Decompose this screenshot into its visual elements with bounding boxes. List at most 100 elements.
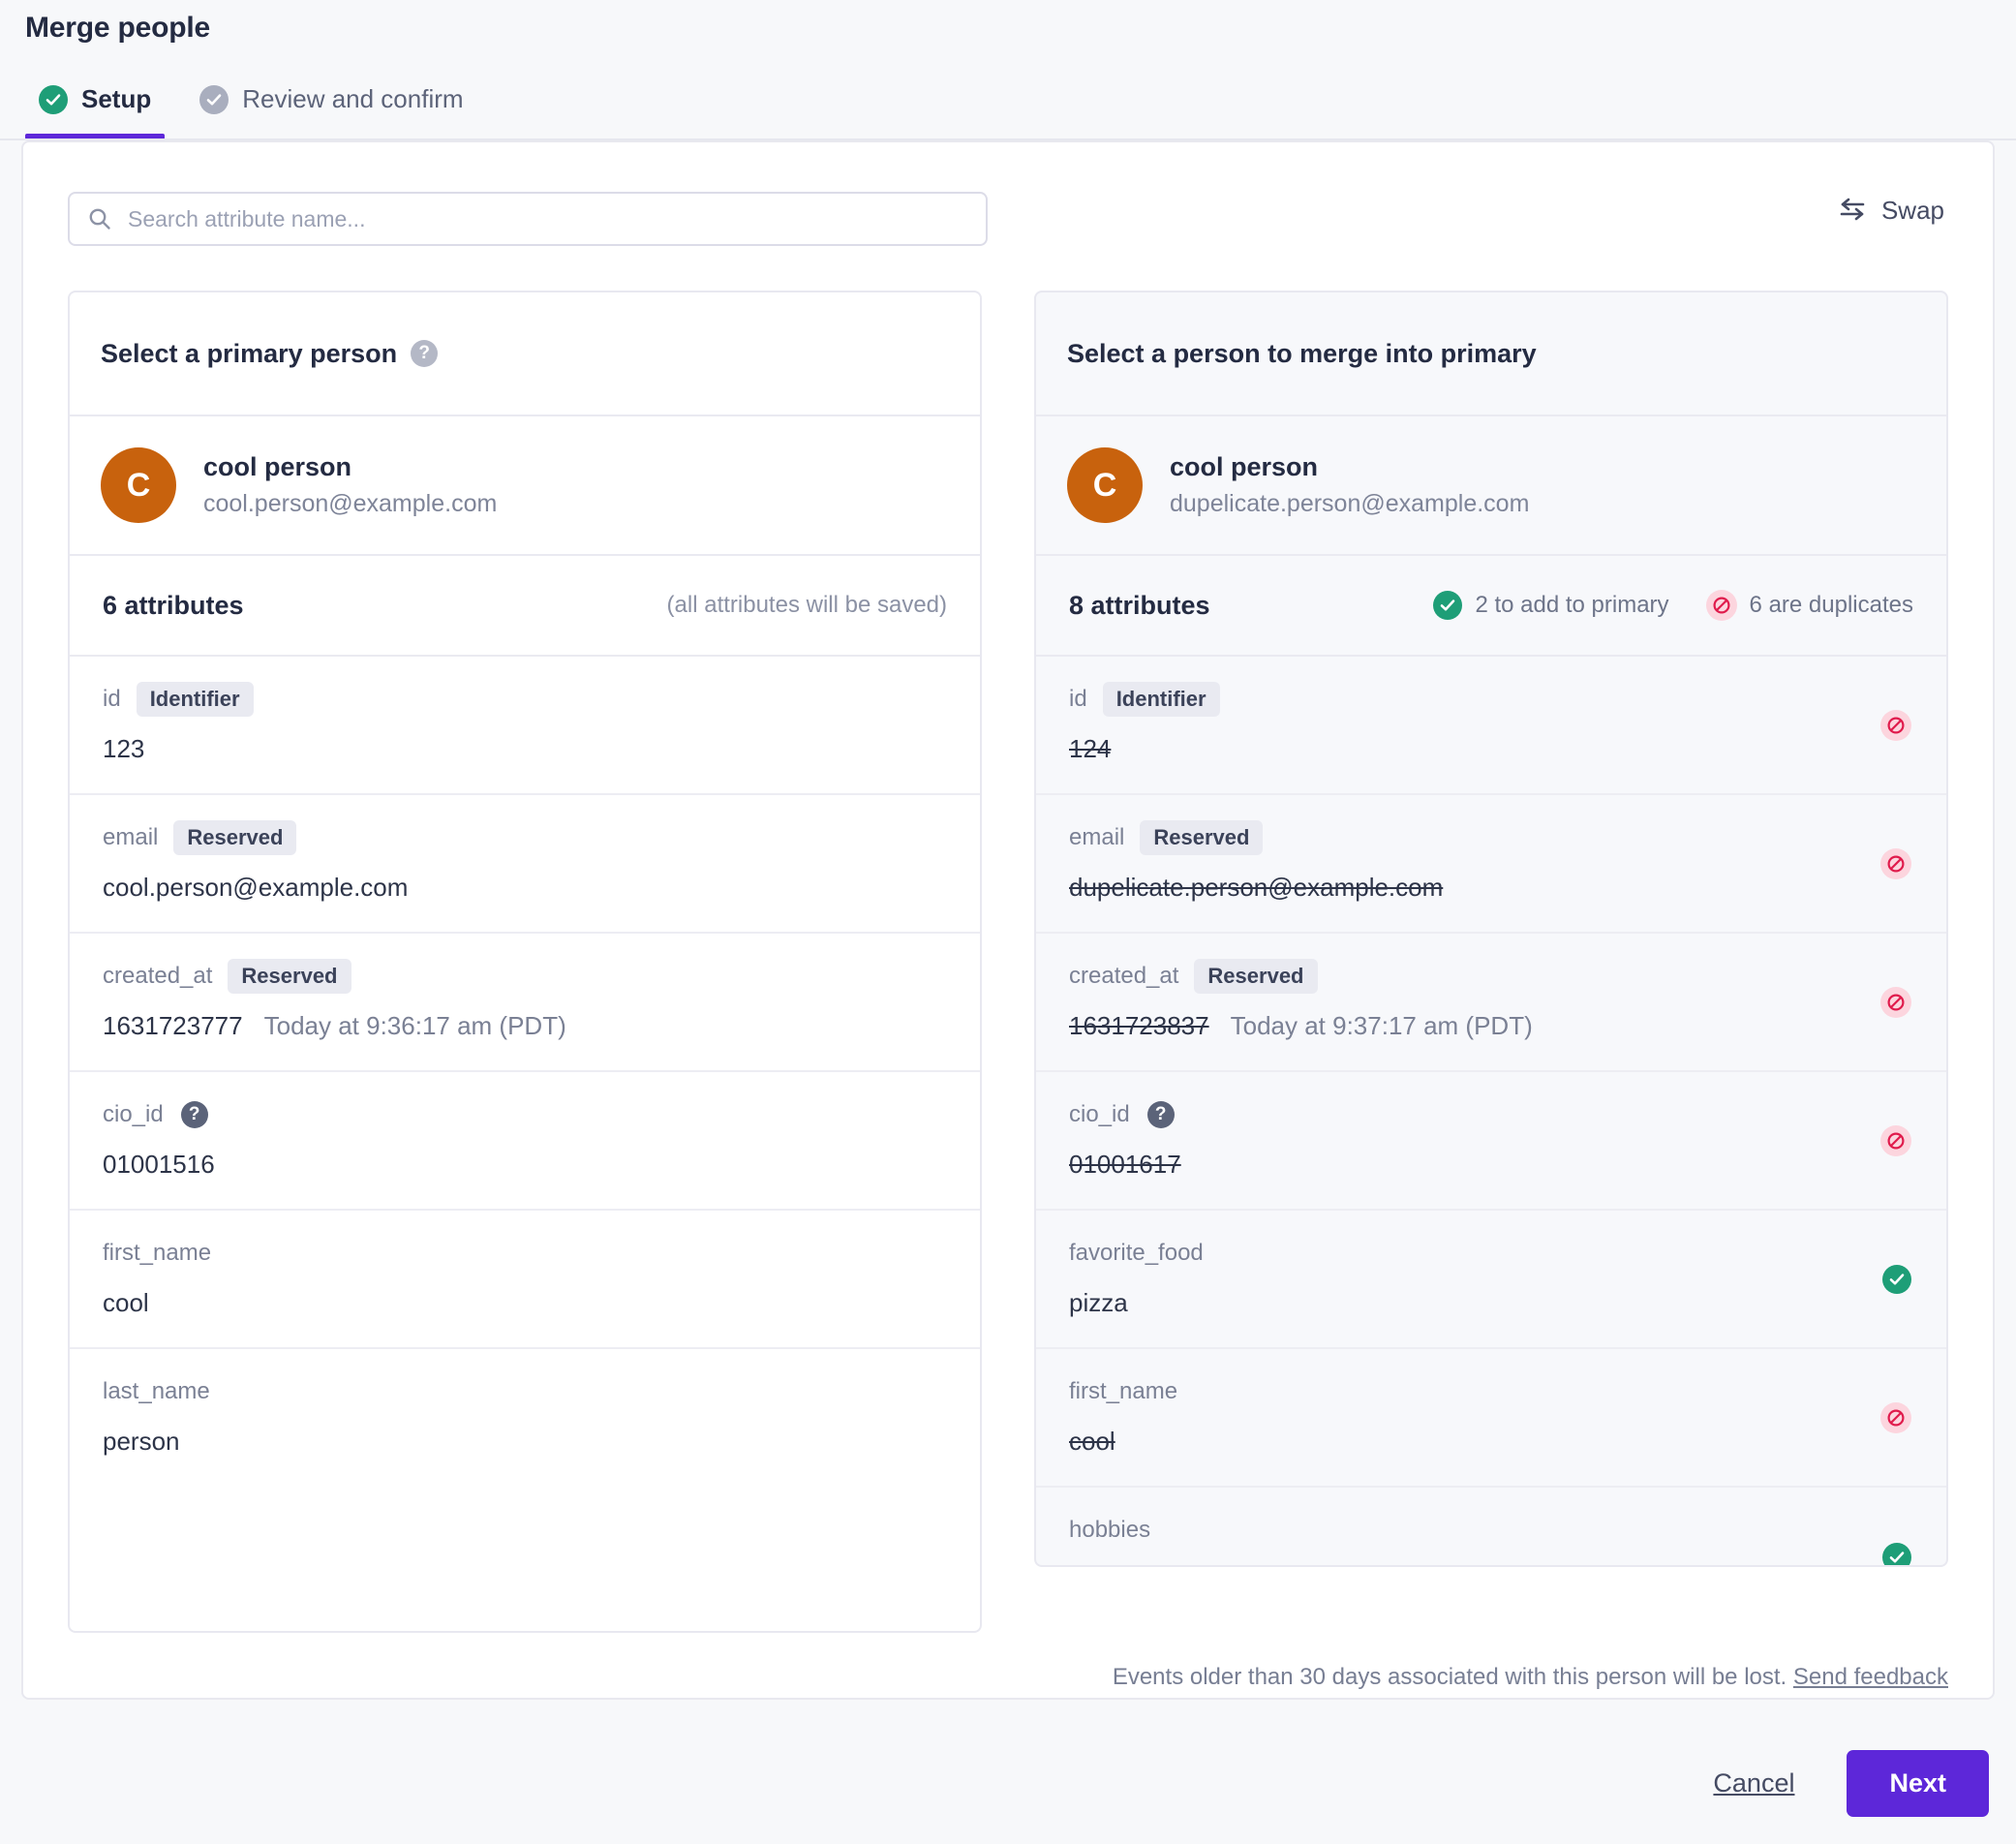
help-circle-icon[interactable]: ? (411, 340, 439, 367)
page-title: Merge people (25, 12, 210, 44)
status-duplicate-icon (1880, 986, 1911, 1018)
attribute-row[interactable]: id Identifier 124 (1036, 657, 1946, 795)
swap-arrows-icon (1837, 197, 1868, 225)
attribute-value: 1631723837 (1069, 1011, 1209, 1040)
attribute-row[interactable]: cio_id? 01001516 (70, 1072, 980, 1211)
merge-person-name: cool person (1170, 451, 1319, 481)
attribute-value-secondary: Today at 9:36:17 am (PDT) (263, 1011, 566, 1040)
attribute-value-secondary: Today at 9:37:17 am (PDT) (1230, 1011, 1533, 1040)
merge-person-row[interactable]: C cool person dupelicate.person@example.… (1036, 416, 1946, 556)
search-placeholder: Search attribute name... (128, 205, 366, 231)
attribute-key: first_name (103, 1240, 212, 1266)
merge-panel-title: Select a person to merge into primary (1067, 338, 1537, 368)
search-input[interactable]: Search attribute name... (68, 192, 988, 246)
attribute-value: cool (103, 1288, 149, 1317)
search-icon (87, 206, 112, 231)
attribute-row[interactable]: favorite_foodpizza (1036, 1211, 1946, 1349)
attribute-value: person (103, 1427, 180, 1456)
attribute-value: cool.person@example.com (103, 873, 409, 902)
cancel-button[interactable]: Cancel (1713, 1768, 1794, 1798)
merge-people-page: Merge people Setup Review and confirm Se… (0, 0, 2016, 1844)
merge-person-email: dupelicate.person@example.com (1170, 489, 1530, 517)
attribute-row[interactable]: hobbies reading (1036, 1488, 1946, 1565)
attribute-row[interactable]: cio_id? 01001617 (1036, 1072, 1946, 1211)
attribute-value: 124 (1069, 734, 1112, 763)
attribute-chip: Reserved (1140, 820, 1264, 855)
tab-setup-label: Setup (81, 84, 152, 113)
send-feedback-link[interactable]: Send feedback (1793, 1664, 1948, 1690)
attribute-chip: Reserved (1194, 959, 1318, 994)
merge-attributes-summary: 8 attributes 2 to add to primary 6 are d… (1036, 556, 1946, 657)
attribute-key: favorite_food (1069, 1240, 1204, 1266)
attribute-key: id (103, 686, 121, 712)
check-circle-icon (1882, 1264, 1911, 1294)
help-circle-icon[interactable]: ? (180, 1101, 208, 1128)
swap-label: Swap (1880, 196, 1944, 225)
attribute-value: cool (1069, 1427, 1115, 1456)
status-add-icon (1882, 1542, 1911, 1565)
attribute-row[interactable]: id Identifier 123 (70, 657, 980, 795)
attribute-row[interactable]: first_namecool (70, 1211, 980, 1349)
help-circle-icon[interactable]: ? (1146, 1101, 1175, 1128)
attribute-key: email (103, 824, 159, 850)
merge-person-panel: Select a person to merge into primary C … (1034, 291, 1948, 1567)
primary-person-email: cool.person@example.com (203, 489, 498, 517)
attribute-value: 01001516 (103, 1150, 215, 1179)
attribute-row[interactable]: last_nameperson (70, 1349, 980, 1488)
primary-attributes-summary: 6 attributes (all attributes will be sav… (70, 556, 980, 657)
status-duplicate-icon (1880, 1124, 1911, 1156)
tab-setup[interactable]: Setup (24, 84, 166, 139)
events-note: Events older than 30 days associated wit… (1034, 1664, 1948, 1691)
attribute-row[interactable]: first_namecool (1036, 1349, 1946, 1488)
attribute-key: created_at (103, 963, 213, 989)
tab-review-and-confirm[interactable]: Review and confirm (199, 84, 464, 139)
status-duplicate-icon (1880, 709, 1911, 741)
status-add-icon (1882, 1264, 1911, 1294)
attribute-key: last_name (103, 1378, 210, 1404)
merge-panel-header: Select a person to merge into primary (1036, 292, 1946, 416)
primary-person-row[interactable]: C cool person cool.person@example.com (70, 416, 980, 556)
primary-attributes-count: 6 attributes (103, 590, 244, 620)
merge-attribute-stats: 2 to add to primary 6 are duplicates (1433, 590, 1913, 621)
footer-actions: Cancel Next (1713, 1750, 1989, 1817)
no-entry-icon (1880, 1124, 1911, 1156)
attribute-row[interactable]: email Reserved dupelicate.person@example.c… (1036, 795, 1946, 934)
stat-to-add-label: 2 to add to primary (1475, 592, 1669, 618)
events-note-text: Events older than 30 days associated wit… (1112, 1664, 1787, 1690)
stat-duplicates-label: 6 are duplicates (1749, 592, 1913, 618)
no-entry-icon (1880, 1401, 1911, 1433)
no-entry-icon (1880, 847, 1911, 879)
primary-panel-header: Select a primary person ? (70, 292, 980, 416)
check-circle-icon (1433, 591, 1463, 620)
primary-person-name: cool person (203, 451, 352, 481)
attribute-value: dupelicate.person@example.com (1069, 873, 1444, 902)
attribute-chip: Identifier (136, 682, 254, 717)
attribute-chip: Reserved (228, 959, 351, 994)
attribute-key: first_name (1069, 1378, 1178, 1404)
primary-person-panel: Select a primary person ? C cool person … (68, 291, 982, 1633)
attribute-value: 123 (103, 734, 145, 763)
stat-to-add: 2 to add to primary (1433, 591, 1669, 620)
status-duplicate-icon (1880, 847, 1911, 879)
primary-panel-title: Select a primary person (101, 338, 398, 368)
avatar: C (1067, 447, 1143, 523)
attribute-key: email (1069, 824, 1125, 850)
next-button[interactable]: Next (1847, 1750, 1989, 1817)
attribute-value: 1631723777 (103, 1011, 243, 1040)
attribute-row[interactable]: created_at Reserved 1631723777 Today at 9:3… (70, 934, 980, 1072)
stat-duplicates: 6 are duplicates (1705, 590, 1913, 621)
merge-attribute-list: id Identifier 124 email Reserved dupelicate.p… (1036, 657, 1946, 1565)
attribute-row[interactable]: created_at Reserved 1631723837 Today at 9:3… (1036, 934, 1946, 1072)
no-entry-icon (1880, 709, 1911, 741)
swap-button[interactable]: Swap (1837, 196, 1944, 226)
attribute-row[interactable]: email Reserved cool.person@example.com (70, 795, 980, 934)
attribute-key: cio_id (103, 1101, 164, 1127)
merge-attributes-count: 8 attributes (1069, 590, 1210, 620)
avatar: C (101, 447, 176, 523)
check-circle-icon (1882, 1542, 1911, 1565)
attribute-key: cio_id (1069, 1101, 1130, 1127)
attribute-chip: Reserved (173, 820, 297, 855)
attribute-value: pizza (1069, 1288, 1128, 1317)
attribute-key: created_at (1069, 963, 1179, 989)
tab-review-and-confirm-label: Review and confirm (242, 84, 464, 113)
